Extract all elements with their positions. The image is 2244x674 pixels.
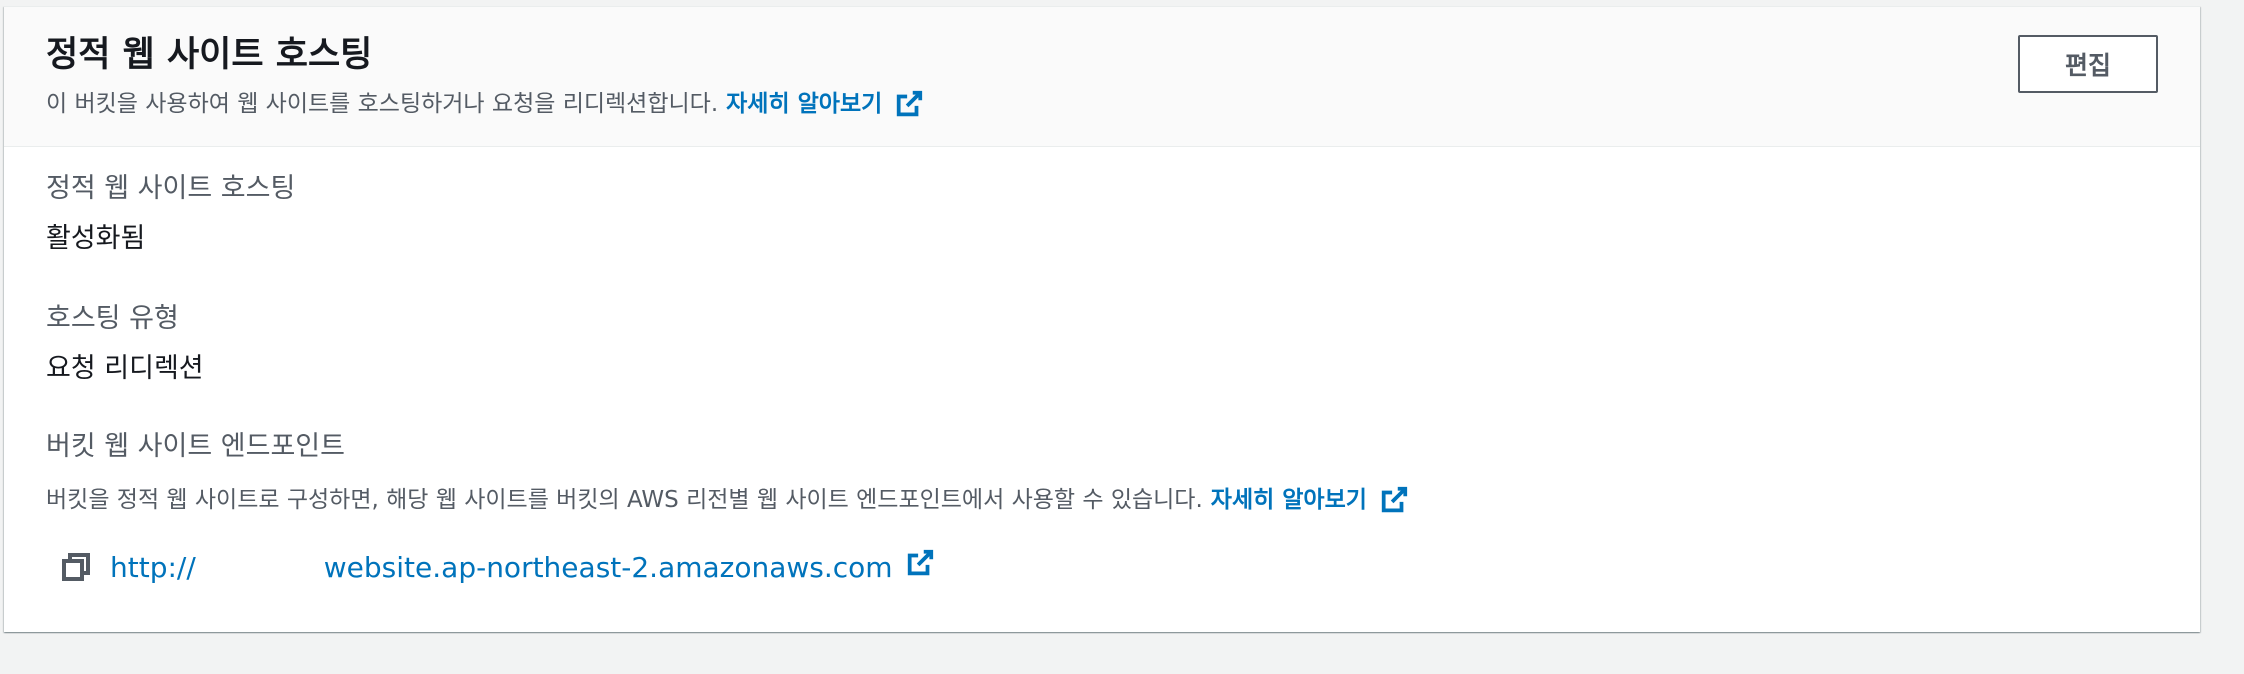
endpoint-learn-more-link[interactable]: 자세히 알아보기 <box>1211 483 1367 517</box>
static-website-hosting-panel: 정적 웹 사이트 호스팅 이 버킷을 사용하여 웹 사이트를 호스팅하거나 요청… <box>4 6 2200 632</box>
external-link-icon[interactable] <box>1379 485 1409 515</box>
endpoint-description-text: 버킷을 정적 웹 사이트로 구성하면, 해당 웹 사이트를 버킷의 AWS 리전… <box>46 487 1203 513</box>
hosting-type-label: 호스팅 유형 <box>46 303 179 334</box>
hosting-type-value: 요청 리디렉션 <box>46 353 204 384</box>
copy-icon[interactable] <box>60 551 92 583</box>
endpoint-url-redacted <box>196 566 324 568</box>
external-link-icon <box>905 548 935 578</box>
endpoint-label: 버킷 웹 사이트 엔드포인트 <box>46 431 345 462</box>
hosting-label: 정적 웹 사이트 호스팅 <box>46 173 296 204</box>
endpoint-url-link[interactable]: http:// website.ap-northeast-2.amazonaws… <box>110 548 935 584</box>
learn-more-link[interactable]: 자세히 알아보기 <box>726 87 882 121</box>
panel-title: 정적 웹 사이트 호스팅 <box>46 35 373 75</box>
endpoint-url-prefix: http:// <box>110 550 196 584</box>
hosting-value: 활성화됨 <box>46 223 146 254</box>
endpoint-url-suffix: website.ap-northeast-2.amazonaws.com <box>323 550 893 584</box>
endpoint-description: 버킷을 정적 웹 사이트로 구성하면, 해당 웹 사이트를 버킷의 AWS 리전… <box>46 483 1409 517</box>
panel-description: 이 버킷을 사용하여 웹 사이트를 호스팅하거나 요청을 리디렉션합니다. 자세… <box>46 87 924 121</box>
edit-button[interactable]: 편집 <box>2018 35 2158 93</box>
endpoint-row: http:// website.ap-northeast-2.amazonaws… <box>60 539 935 595</box>
panel-description-text: 이 버킷을 사용하여 웹 사이트를 호스팅하거나 요청을 리디렉션합니다. <box>46 91 719 117</box>
panel-header: 정적 웹 사이트 호스팅 이 버킷을 사용하여 웹 사이트를 호스팅하거나 요청… <box>4 7 2200 147</box>
external-link-icon[interactable] <box>894 89 924 119</box>
